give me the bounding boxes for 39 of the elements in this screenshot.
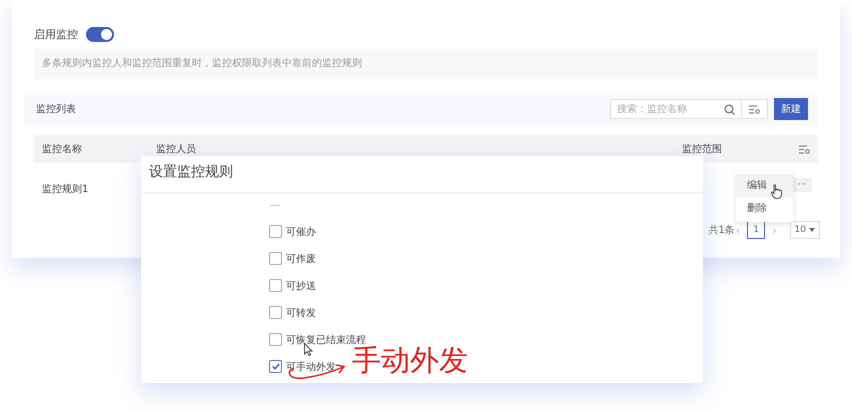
page-button[interactable]: 1 [747,221,766,239]
checkbox[interactable] [269,279,282,292]
search-field[interactable]: 搜索：监控名称 [610,99,742,119]
checkbox-label: 可抄送 [286,280,316,292]
annotation-text: 手动外发 [352,345,468,375]
table-cell-text: 监控规则1 [42,183,88,196]
checkbox[interactable] [269,333,282,346]
info-note: 多条规则内监控人和监控范围重复时，监控权限取列表中靠前的监控规则 [34,49,818,79]
column-header: 监控人员 [156,143,196,156]
more-button[interactable]: ··· [792,178,812,192]
column-header: 监控名称 [42,143,82,156]
checkbox-label: 可催办 [286,226,316,238]
checkbox-label: 可恢复已结束流程 [286,334,366,346]
toggle-label: 启用监控 [34,26,78,42]
checkbox-label: 可作废 [286,252,316,266]
toggle-switch[interactable] [86,26,114,42]
checkbox[interactable] [269,306,282,319]
check-icon [272,363,280,370]
caret-icon [809,228,815,232]
hand-cursor-icon [771,184,782,199]
checkbox-label: 可转发 [286,306,316,320]
curved-arrow-drawing [286,362,348,382]
new-button[interactable]: 新建 [774,98,808,120]
search-icon [724,104,735,115]
pointer-cursor-icon [304,343,313,356]
checkbox[interactable] [269,360,282,373]
list-title: 监控列表 [36,102,77,116]
total-count: 共1条 [708,224,735,237]
page-size-select[interactable]: 10 [790,221,820,239]
menu-item[interactable]: 删除 [736,197,793,220]
checkbox[interactable] [269,225,282,238]
column-settings-icon[interactable] [799,144,810,154]
dialog-title: 设置监控规则 [141,156,703,193]
menu-item[interactable]: 编辑 [736,174,793,197]
checkbox[interactable] [269,252,282,265]
filter-icon [749,104,760,114]
column-header: 监控范围 [682,142,722,156]
checkbox-label: 可手动外发 [286,360,336,374]
filter-button[interactable] [742,99,768,119]
